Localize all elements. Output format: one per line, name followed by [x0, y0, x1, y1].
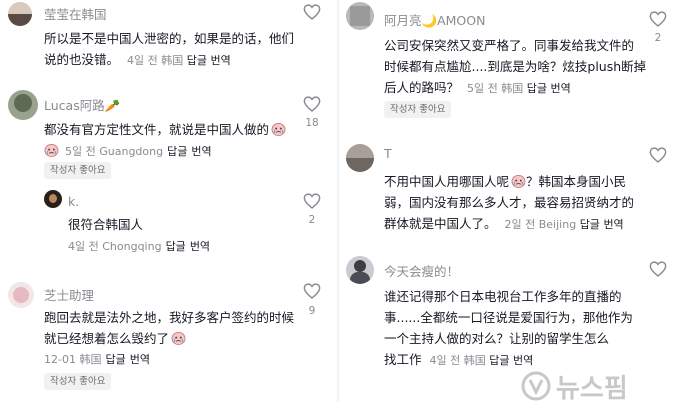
reply-button[interactable]: 답글: [527, 82, 547, 95]
translate-button[interactable]: 번역: [191, 145, 211, 158]
comment-username[interactable]: 芝士助理: [44, 285, 94, 304]
comment-text-segment: 群体就是中国人了。: [384, 216, 497, 231]
author-liked-badge: 작성자 좋아요: [44, 373, 112, 390]
crying-face-icon: [171, 331, 186, 345]
comment-text-line: 公司安保突然又变严格了。同事发给我文件的: [384, 38, 635, 53]
author-liked-badge: 작성자 좋아요: [384, 101, 452, 118]
comment-text-line: 事......全都统一口径说是爱国行为，那他作为: [384, 310, 633, 325]
comment-username[interactable]: 今天会瘦的！: [384, 261, 459, 280]
comment-text-line: 弱，国内没有那么多人才，最容易招贤纳才的: [384, 195, 635, 210]
comment-meta: 4일 전 韩国 답글 번역: [127, 54, 231, 67]
comment-text-segment: 不用中国人用哪国人呢: [384, 174, 510, 189]
column-divider: [337, 0, 339, 402]
avatar[interactable]: [346, 144, 374, 172]
avatar[interactable]: [8, 2, 32, 26]
comment-text-line: 找工作 4일 전 韩国 답글 번역: [384, 349, 654, 371]
author-liked-badge: 작성자 좋아요: [44, 162, 112, 179]
comment-text-line: 后人的路吗？ 5일 전 韩国 답글 번역: [384, 77, 654, 99]
avatar[interactable]: [44, 190, 62, 208]
news-watermark-logo: 뉴스핌: [520, 370, 680, 402]
comment-text: 公司安保突然又变严格了。同事发给我文件的 时候都有点尴尬....到底是为啥？炫技…: [384, 35, 654, 99]
comment-text-segment: 都没有官方定性文件，就说是中国人做的: [44, 122, 270, 137]
comment-text-segment: 就已经想着怎么毁约了: [44, 331, 170, 346]
comment-text-segment: 找工作: [384, 352, 422, 367]
reply-button[interactable]: 답글: [166, 240, 186, 253]
comment-meta: 5일 전 韩国 답글 번역: [467, 82, 571, 95]
like-heart-icon[interactable]: [303, 96, 321, 112]
comment-text-line: 所以是不是中国人泄密的，如果是的话，他们: [44, 31, 295, 46]
comment-text: 所以是不是中国人泄密的，如果是的话，他们 说的也没错。 4일 전 韩国 답글 번역: [44, 28, 294, 71]
comment-username[interactable]: Lucas阿路🥕: [44, 95, 120, 114]
comment-username[interactable]: k.: [68, 194, 79, 209]
like-count: 2: [308, 214, 316, 226]
comment-time: 2일 전 Beijing: [504, 218, 577, 231]
crying-face-icon: [271, 122, 286, 136]
avatar[interactable]: [8, 90, 38, 120]
like-heart-icon[interactable]: [649, 11, 667, 27]
comment-time: 5일 전 Guangdong: [65, 145, 164, 158]
translate-button[interactable]: 번역: [513, 354, 533, 367]
avatar[interactable]: [346, 256, 374, 284]
comment-text: 都没有官方定性文件，就说是中国人做的: [44, 119, 294, 140]
avatar[interactable]: [346, 2, 374, 30]
crying-face-icon: [44, 143, 59, 157]
reply-button[interactable]: 답글: [580, 218, 600, 231]
comment-text: 不用中国人用哪国人呢 ？韩国本身国小民 弱，国内没有那么多人才，最容易招贤纳才的 …: [384, 171, 654, 235]
crying-face-icon: [511, 174, 526, 188]
left-comment-column: 莹莹在韩国 所以是不是中国人泄密的，如果是的话，他们 说的也没错。 4일 전 韩国…: [0, 0, 336, 402]
like-heart-icon[interactable]: [303, 283, 321, 299]
translate-button[interactable]: 번역: [190, 240, 210, 253]
comment-time: 4일 전 Chongqing: [68, 240, 162, 253]
comment-text-line: 一个主持人做的对么？让别的留学生怎么: [384, 331, 610, 346]
comment-text-line: 群体就是中国人了。 2일 전 Beijing 답글 번역: [384, 213, 654, 235]
reply-button[interactable]: 답글: [187, 54, 207, 67]
reply-button[interactable]: 답글: [167, 145, 187, 158]
comment-time: 4일 전 韩国: [127, 54, 184, 67]
comment-time: 5일 전 韩国: [467, 82, 524, 95]
reply-button[interactable]: 답글: [105, 353, 125, 366]
like-heart-icon[interactable]: [649, 147, 667, 163]
comment-username[interactable]: T: [384, 146, 392, 161]
comment-text-line: 不用中国人用哪国人呢 ？韩国本身国小民: [384, 171, 654, 192]
like-count: 9: [308, 305, 316, 317]
comment-text-segment: ？韩国本身国小民: [526, 174, 627, 189]
like-heart-icon[interactable]: [303, 193, 321, 209]
comment-username[interactable]: 莹莹在韩国: [44, 4, 107, 23]
right-comment-column: 阿月亮🌙AMOON 公司安保突然又变严格了。同事发给我文件的 时候都有点尴尬..…: [340, 0, 680, 402]
comment-time: 4일 전 韩国: [429, 354, 486, 367]
translate-button[interactable]: 번역: [551, 82, 571, 95]
comment-text-line: 就已经想着怎么毁约了: [44, 328, 306, 349]
comment-meta: 4일 전 韩国 답글 번역: [430, 354, 534, 367]
comment-username[interactable]: 阿月亮🌙AMOON: [384, 10, 485, 29]
comment-text: 跑回去就是法外之地，我好多客户签约的时候 就已经想着怎么毁约了: [44, 307, 306, 349]
watermark-text: 뉴스핌: [556, 374, 628, 402]
comment-text-segment: 说的也没错。: [44, 52, 120, 67]
comment-text: 很符合韩国人: [68, 217, 144, 232]
comment-text-line: 说的也没错。 4일 전 韩国 답글 번역: [44, 49, 294, 71]
translate-button[interactable]: 번역: [130, 353, 150, 366]
like-count: 2: [654, 32, 662, 44]
translate-button[interactable]: 번역: [603, 218, 623, 231]
like-heart-icon[interactable]: [303, 4, 321, 20]
comment-text-line: 跑回去就是法外之地，我好多客户签约的时候: [44, 310, 295, 325]
comment-meta: 2일 전 Beijing 답글 번역: [505, 218, 624, 231]
avatar[interactable]: [8, 282, 34, 308]
comment-meta: 12-01 韩国 답글 번역: [44, 351, 150, 367]
like-heart-icon[interactable]: [649, 261, 667, 277]
comment-text-line: 谁还记得那个日本电视台工作多年的直播的: [384, 289, 622, 304]
like-count: 18: [305, 117, 319, 129]
comment-text: 谁还记得那个日本电视台工作多年的直播的 事......全都统一口径说是爱国行为，…: [384, 286, 654, 371]
comment-text-line: 时候都有点尴尬....到底是为啥？炫技plush断掉: [384, 59, 647, 74]
comment-meta: 5일 전 Guangdong 답글 번역: [44, 143, 212, 159]
reply-button[interactable]: 답글: [489, 354, 509, 367]
translate-button[interactable]: 번역: [211, 54, 231, 67]
comment-time: 12-01 韩国: [44, 353, 102, 366]
comment-meta: 4일 전 Chongqing 답글 번역: [68, 238, 210, 254]
comment-text-segment: 后人的路吗？: [384, 80, 460, 95]
